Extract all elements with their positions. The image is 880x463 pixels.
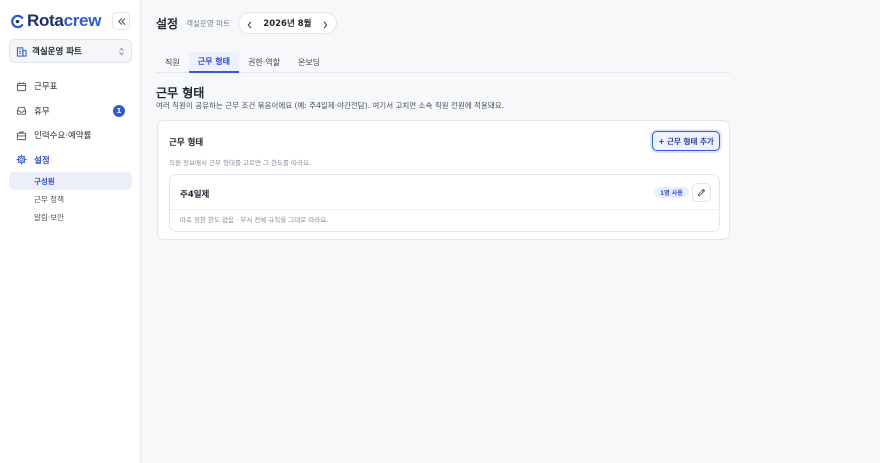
sidebar-subitem-alerts-security[interactable]: 알림·보안 [9,208,132,226]
page-title: 설정 [156,16,179,31]
gear-icon [15,154,27,166]
tab-work-types[interactable]: 근무 형태 [188,52,239,73]
sidebar-subitem-work-policy[interactable]: 근무 정책 [9,190,132,208]
brand-name-prefix: Rota [27,11,64,30]
pencil-icon [697,188,706,197]
calendar-icon [15,80,27,92]
double-chevron-left-icon [117,17,125,25]
next-month-button[interactable] [322,14,329,33]
usage-badge: 1명 사용 [654,187,689,198]
work-types-card: 근무 형태 + 근무 형태 추가 직원 정보에서 근무 형태를 고르면 그 한도… [157,120,730,240]
leave-count-badge: 1 [113,104,125,117]
section-description: 여러 직원이 공유하는 근무 조건 묶음이에요 (예: 주4일제·야간전담). … [156,101,504,110]
collapse-sidebar-button[interactable] [112,12,130,30]
tab-staff[interactable]: 직원 [156,52,189,73]
section-title: 근무 형태 [156,86,205,100]
sidebar-item-demand[interactable]: 인력수요·예약률 [9,123,132,148]
sidebar-item-leave[interactable]: 휴무 1 [9,99,132,124]
rotacrew-logo-icon [11,14,24,28]
sidebar-item-label: 휴무 [34,106,50,117]
chevron-left-icon [247,21,252,28]
logo-row: Rotacrew [10,11,132,31]
page-header: 설정 객실운영 파트 2026년 8월 [156,12,337,34]
inbox-icon [15,105,27,117]
add-work-type-button[interactable]: + 근무 형태 추가 [652,131,720,151]
divider [170,209,719,210]
tab-permissions-roles[interactable]: 권한·역할 [239,52,289,73]
sidebar-nav: 근무표 휴무 1 인력수요·예약률 설정 구성원 근무 정책 알림·보안 [9,74,132,226]
work-type-name: 주4일제 [180,190,210,200]
team-selector-label: 객실운영 파트 [32,47,82,57]
list-item: 주4일제 1명 사용 따로 정한 한도 없음 · 부서 전체 규칙을 그대로 따… [169,174,720,232]
current-month-label: 2026년 8월 [263,19,312,29]
sidebar-item-schedule[interactable]: 근무표 [9,74,132,99]
prev-month-button[interactable] [246,14,253,33]
briefcase-icon [15,129,27,141]
team-selector[interactable]: 객실운영 파트 [9,39,132,63]
brand-name: Rotacrew [27,11,101,31]
brand-logo[interactable]: Rotacrew [10,11,101,31]
chevron-right-icon [323,21,328,28]
settings-tabs: 직원 근무 형태 권한·역할 온보딩 [156,52,730,73]
sidebar-item-label: 인력수요·예약률 [34,131,92,142]
sidebar-item-label: 설정 [34,155,50,166]
page-subtitle: 객실운영 파트 [186,18,230,28]
card-title: 근무 형태 [169,138,204,148]
building-icon [16,46,27,57]
sidebar: Rotacrew 객실운영 파트 근무표 휴무 1 인력수요·예약률 설정 구성… [0,0,141,463]
sidebar-subitem-members[interactable]: 구성원 [9,172,132,190]
brand-name-suffix: crew [63,11,102,30]
work-type-description: 따로 정한 한도 없음 · 부서 전체 규칙을 그대로 따라요. [180,216,329,224]
month-navigator: 2026년 8월 [237,12,337,34]
card-help-text: 직원 정보에서 근무 형태를 고르면 그 한도를 따라요. [169,159,312,167]
sidebar-item-label: 근무표 [34,82,58,93]
chevron-updown-icon [119,47,124,55]
sidebar-item-settings[interactable]: 설정 [9,148,132,173]
tab-onboarding[interactable]: 온보딩 [289,52,329,73]
edit-work-type-button[interactable] [692,183,711,202]
